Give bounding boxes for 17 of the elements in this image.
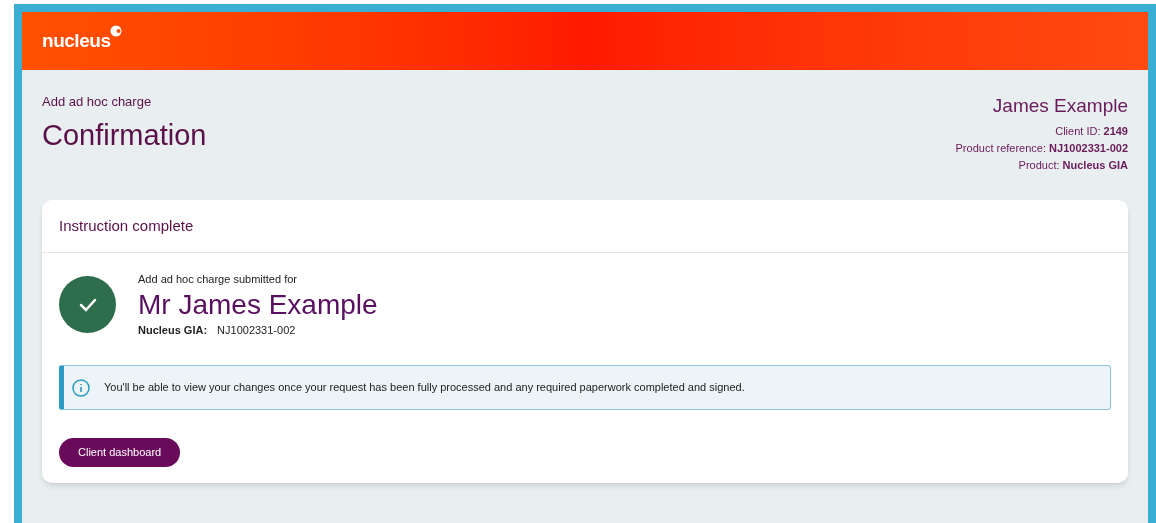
page-title: Confirmation [42,117,207,153]
client-full-name: Mr James Example [138,287,378,322]
client-detail: Product: Nucleus GIA [1018,157,1128,173]
client-name: James Example [992,94,1128,118]
client-detail: Client ID: 2149 [1055,123,1128,139]
success-check-icon [59,276,116,333]
info-message: You'll be able to view your changes once your request has been fully processed and any required paperwork completed and signed. [104,380,745,396]
client-detail: Product reference: NJ1002331-002 [955,140,1128,156]
logo-icon [110,24,123,37]
logo-text: nucleus [42,28,111,53]
info-icon [72,378,90,397]
client-dashboard-button[interactable]: Client dashboard [59,438,181,467]
breadcrumb: Add ad hoc charge [42,93,153,111]
submitted-label: Add ad hoc charge submitted for [138,272,298,287]
product-label: Nucleus GIA: [138,322,208,338]
product-reference: NJ1002331-002 [217,322,296,338]
card-title: Instruction complete [42,199,1128,253]
